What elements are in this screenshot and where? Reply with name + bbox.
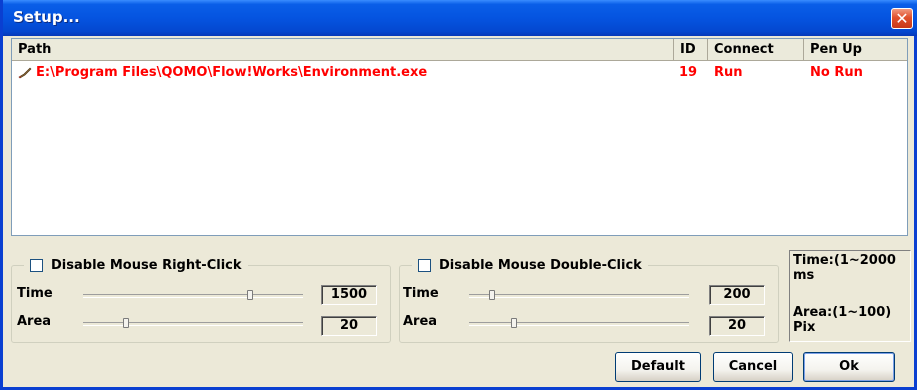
column-header-path[interactable]: Path bbox=[12, 39, 674, 60]
disable-double-click-label[interactable]: Disable Mouse Double-Click bbox=[439, 258, 642, 273]
column-header-pen-up[interactable]: Pen Up bbox=[804, 39, 907, 60]
window-title: Setup... bbox=[13, 8, 80, 26]
column-header-id[interactable]: ID bbox=[674, 39, 708, 60]
double-click-time-label: Time bbox=[403, 286, 439, 301]
title-bar[interactable]: Setup... ✕ bbox=[3, 0, 917, 36]
double-click-header: Disable Mouse Double-Click bbox=[412, 255, 648, 275]
double-click-area-slider[interactable] bbox=[469, 316, 689, 330]
row-path: E:\Program Files\QOMO\Flow!Works\Environ… bbox=[36, 65, 428, 80]
slider-track bbox=[469, 322, 689, 326]
right-click-header: Disable Mouse Right-Click bbox=[24, 255, 248, 275]
row-connect: Run bbox=[714, 65, 743, 80]
disable-double-click-checkbox[interactable] bbox=[418, 258, 431, 272]
double-click-area-value[interactable]: 20 bbox=[709, 316, 765, 336]
slider-thumb[interactable] bbox=[511, 318, 517, 328]
slider-track bbox=[83, 322, 303, 326]
area-range-hint: Area:(1~100) Pix bbox=[793, 305, 892, 335]
slider-track bbox=[83, 294, 303, 298]
slider-track bbox=[469, 294, 689, 298]
column-header-connect[interactable]: Connect bbox=[708, 39, 804, 60]
range-hint-panel: Time:(1~2000 ms Area:(1~100) Pix bbox=[789, 250, 911, 342]
program-list[interactable]: Path ID Connect Pen Up E:\Program Files\… bbox=[11, 38, 908, 236]
list-item[interactable]: E:\Program Files\QOMO\Flow!Works\Environ… bbox=[12, 63, 907, 83]
right-click-time-value[interactable]: 1500 bbox=[321, 285, 377, 305]
slider-thumb[interactable] bbox=[123, 318, 129, 328]
double-click-area-label: Area bbox=[403, 314, 438, 329]
close-button[interactable]: ✕ bbox=[891, 8, 913, 29]
double-click-time-value[interactable]: 200 bbox=[709, 285, 765, 305]
default-button[interactable]: Default bbox=[615, 352, 701, 382]
double-click-time-slider[interactable] bbox=[469, 288, 689, 302]
right-click-time-label: Time bbox=[17, 286, 53, 301]
pen-icon bbox=[18, 67, 32, 79]
right-click-time-slider[interactable] bbox=[83, 288, 303, 302]
right-click-area-slider[interactable] bbox=[83, 316, 303, 330]
slider-thumb[interactable] bbox=[489, 290, 495, 300]
right-click-area-label: Area bbox=[17, 314, 52, 329]
row-id: 19 bbox=[679, 65, 698, 80]
list-header: Path ID Connect Pen Up bbox=[12, 39, 907, 61]
setup-dialog: Setup... ✕ Path ID Connect Pen Up E:\Pro… bbox=[0, 0, 917, 390]
disable-right-click-checkbox[interactable] bbox=[30, 258, 43, 272]
ok-button[interactable]: Ok bbox=[803, 352, 895, 382]
time-range-hint: Time:(1~2000 ms bbox=[793, 253, 896, 283]
disable-right-click-label[interactable]: Disable Mouse Right-Click bbox=[51, 258, 242, 273]
right-click-area-value[interactable]: 20 bbox=[321, 316, 377, 336]
close-icon: ✕ bbox=[895, 9, 909, 28]
row-pen-up: No Run bbox=[810, 65, 863, 80]
slider-thumb[interactable] bbox=[247, 290, 253, 300]
cancel-button[interactable]: Cancel bbox=[713, 352, 793, 382]
